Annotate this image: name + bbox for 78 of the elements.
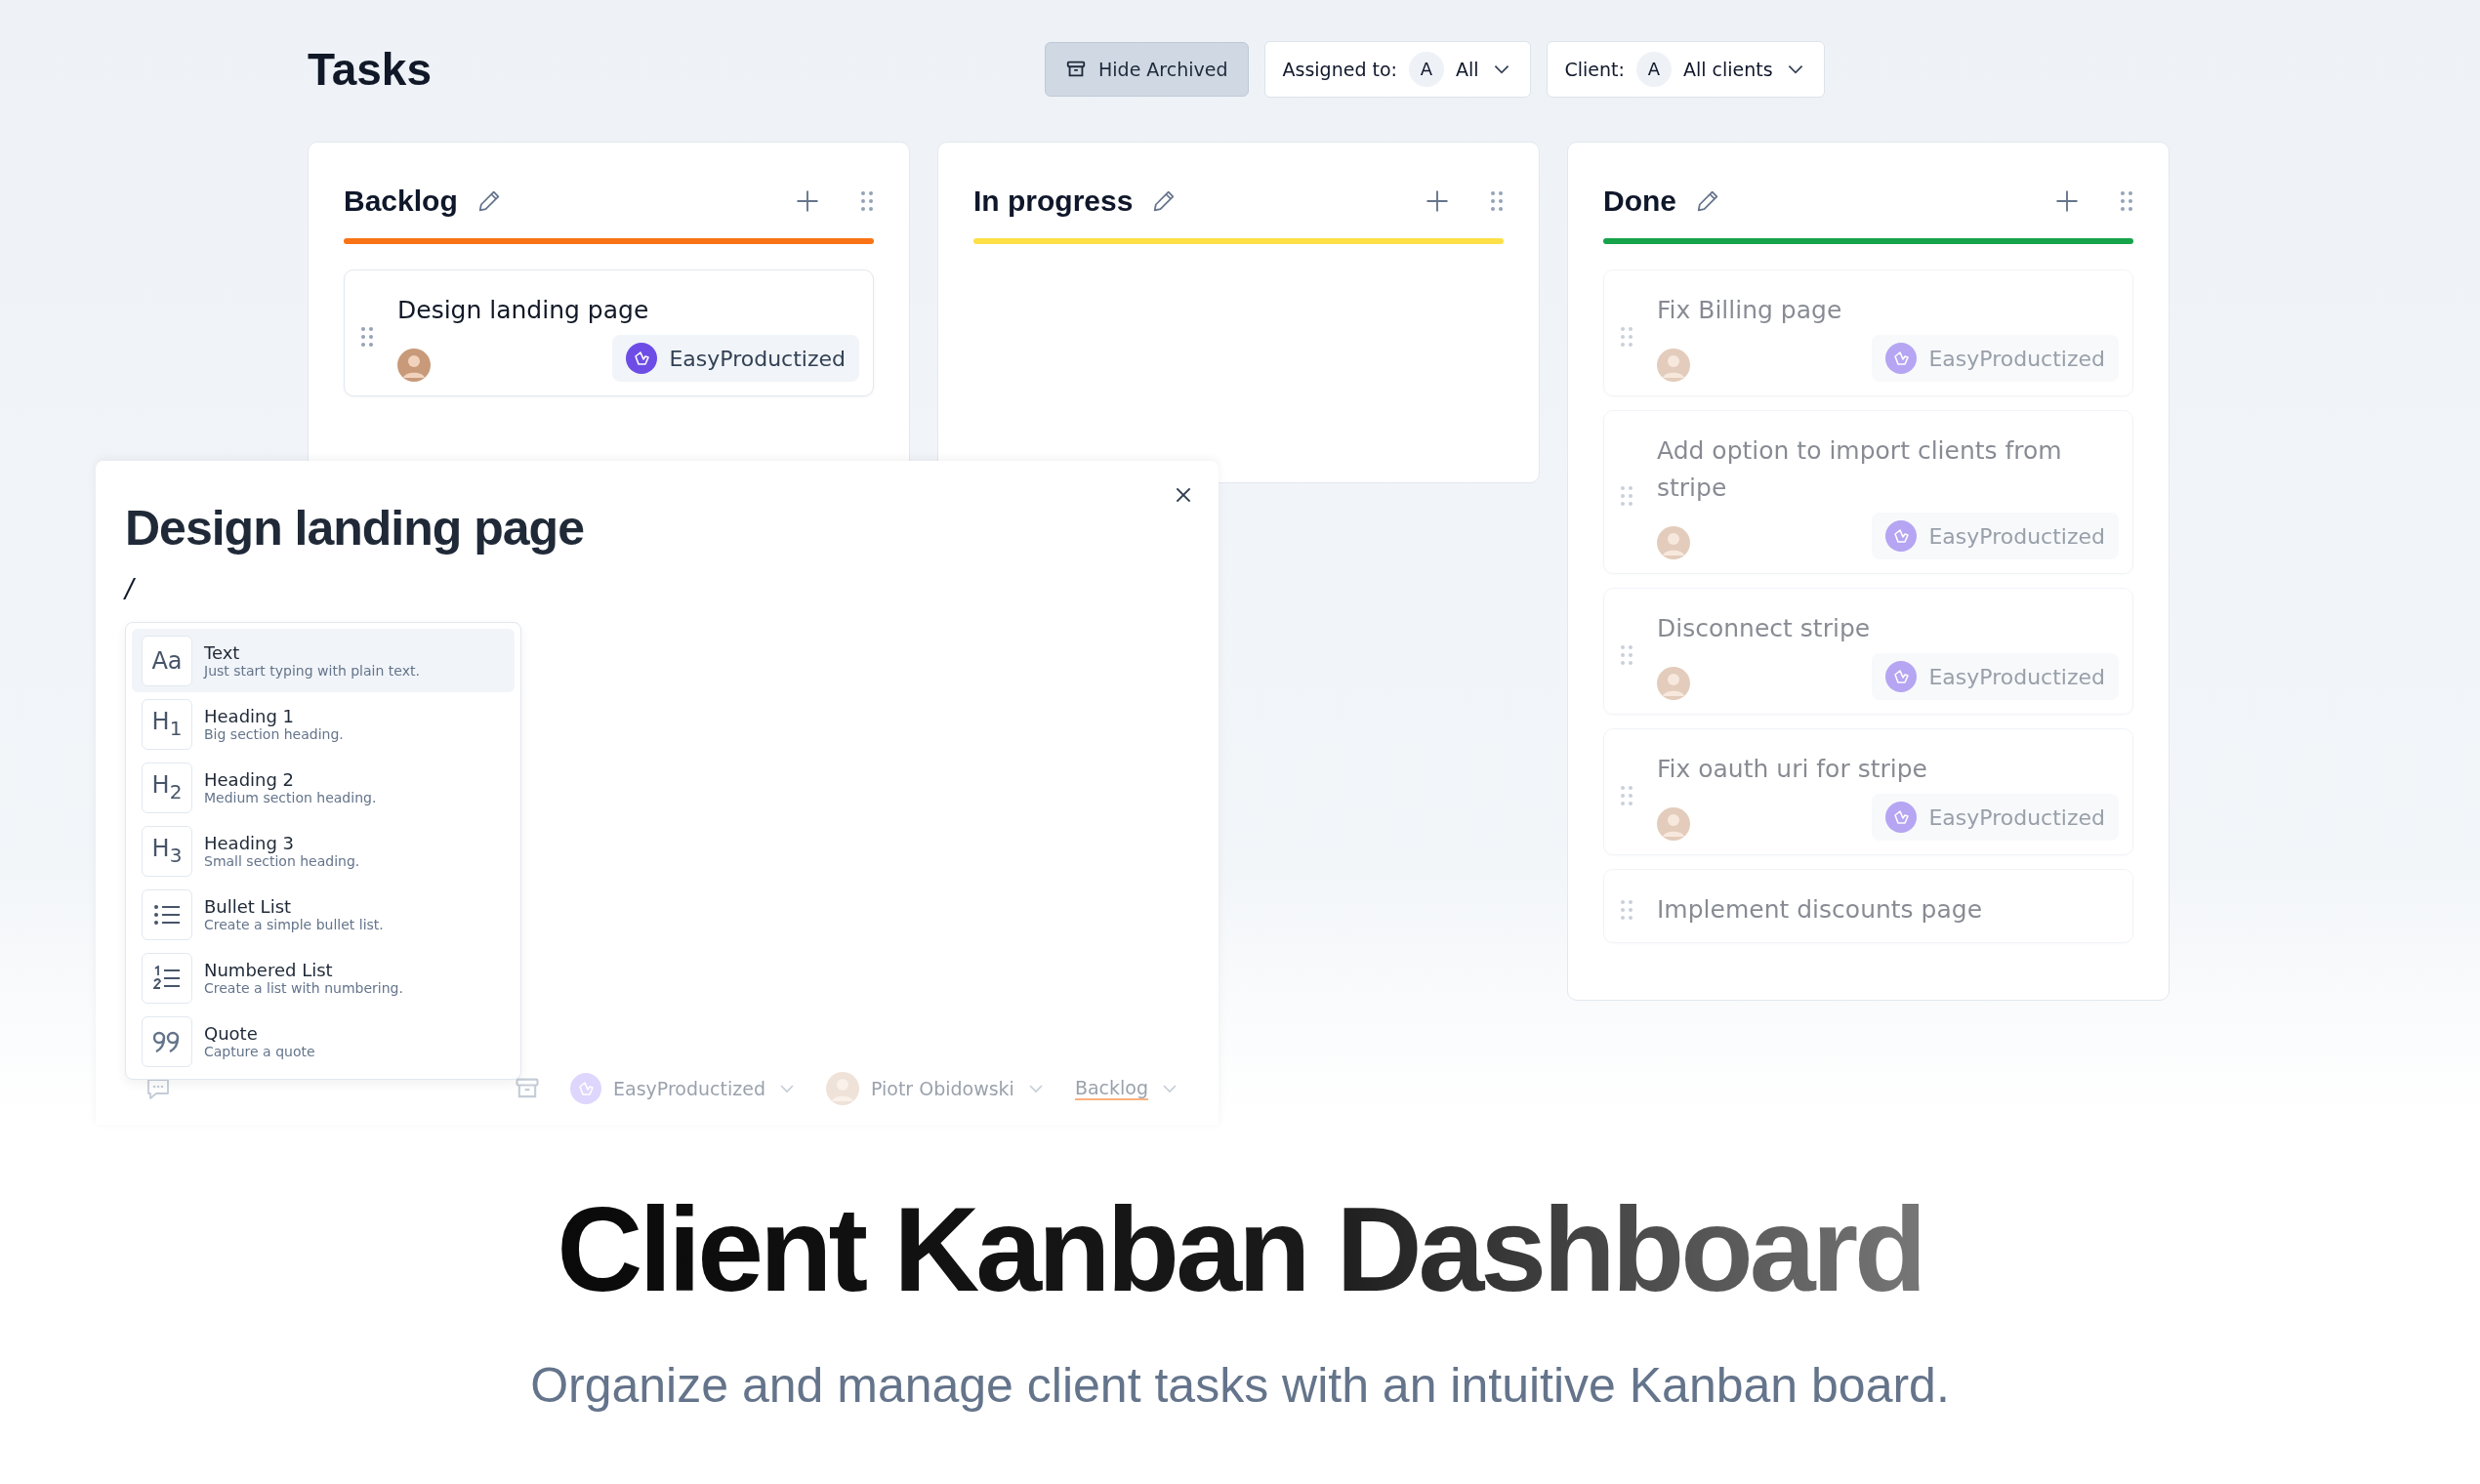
avatar-icon — [1657, 526, 1690, 559]
client-name: EasyProductized — [1928, 523, 2105, 549]
drag-handle-icon[interactable] — [1620, 899, 1633, 921]
avatar-initial: A — [1408, 51, 1444, 87]
client-name: EasyProductized — [1928, 346, 2105, 371]
command-title: Heading 2 — [204, 769, 296, 790]
format-icon: H$_{2}$ — [151, 771, 183, 804]
client-logo-icon — [1885, 661, 1918, 692]
avatar-initial: A — [1635, 51, 1672, 87]
format-icon: H$_{3}$ — [151, 835, 183, 867]
command-description: Medium section heading. — [204, 790, 377, 805]
drag-handle-icon[interactable] — [1490, 190, 1504, 212]
command-title: Heading 1 — [204, 706, 296, 726]
task-title: Fix Billing page — [1657, 295, 1843, 326]
status-value: Backlog — [1074, 1077, 1148, 1100]
subtitle: Organize and manage client tasks with an intuitive Kanban board. — [529, 1357, 1951, 1415]
filter-dropdown[interactable]: Client: A All clients — [1546, 40, 1825, 98]
page-title: Tasks — [308, 42, 434, 96]
client-logo-icon — [626, 343, 658, 374]
command-title: Numbered List — [204, 960, 334, 980]
command-item[interactable]: Numbered List Create a list with numbering. — [132, 946, 515, 1010]
filter-value: All clients — [1682, 58, 1773, 80]
task-title: Disconnect stripe — [1657, 613, 1872, 644]
column-title: In progress — [973, 185, 1134, 218]
column-title: Done — [1603, 185, 1676, 218]
task-title: Design landing page — [125, 500, 585, 556]
command-title: Bullet List — [204, 896, 293, 917]
command-item[interactable]: Aa Text Just start typing with plain text. — [132, 629, 515, 692]
client-name: EasyProductized — [1928, 804, 2105, 830]
quote-icon — [153, 1030, 181, 1052]
avatar-icon — [1657, 349, 1690, 382]
avatar-icon — [825, 1072, 859, 1105]
drag-handle-icon[interactable] — [1620, 644, 1633, 666]
client-logo-icon — [1885, 802, 1918, 833]
filter-label: Client: — [1564, 58, 1625, 80]
task-title: Implement discounts page — [1657, 894, 1984, 926]
avatar-icon — [1657, 807, 1690, 841]
task-title: Fix oauth uri for stripe — [1657, 754, 1928, 785]
task-title: Add option to import clients from stripe — [1657, 435, 2063, 504]
hide-archived-button[interactable]: Hide Archived — [1045, 41, 1249, 97]
client-logo-icon — [1885, 343, 1918, 374]
filter-dropdown[interactable]: Assigned to: A All — [1263, 40, 1531, 98]
command-description: Big section heading. — [204, 726, 344, 742]
client-logo-icon — [570, 1073, 601, 1104]
command-title: Text — [204, 642, 241, 663]
drag-handle-icon[interactable] — [1620, 785, 1633, 806]
command-title: Quote — [204, 1023, 259, 1044]
command-item[interactable]: H$_{2}$ Heading 2 Medium section heading. — [132, 756, 515, 819]
command-description: Small section heading. — [204, 853, 360, 869]
client-name: EasyProductized — [669, 346, 846, 371]
command-item[interactable]: H$_{3}$ Heading 3 Small section heading. — [132, 819, 515, 883]
avatar-icon — [397, 349, 431, 382]
bullet-list-icon — [153, 902, 181, 927]
numbered-list-icon — [153, 965, 181, 991]
command-description: Capture a quote — [204, 1044, 315, 1059]
filter-label: Assigned to: — [1282, 58, 1397, 80]
command-description: Create a list with numbering. — [204, 980, 403, 996]
command-item[interactable]: Quote Capture a quote — [132, 1010, 515, 1073]
command-description: Create a simple bullet list. — [204, 917, 384, 932]
task-title: Design landing page — [397, 295, 650, 326]
drag-handle-icon[interactable] — [1620, 485, 1633, 507]
format-icon: Aa — [151, 646, 183, 675]
filter-value: All — [1455, 58, 1479, 80]
command-title: Heading 3 — [204, 833, 296, 853]
command-description: Just start typing with plain text. — [204, 663, 420, 679]
column-title: Backlog — [344, 185, 458, 218]
avatar-icon — [1657, 667, 1690, 700]
editor-text[interactable]: / — [125, 574, 164, 603]
drag-handle-icon[interactable] — [1620, 326, 1633, 348]
format-icon: H$_{1}$ — [151, 708, 183, 740]
client-logo-icon — [1885, 520, 1918, 552]
drag-handle-icon[interactable] — [360, 326, 374, 348]
client-name: EasyProductized — [1928, 664, 2105, 689]
command-item[interactable]: Bullet List Create a simple bullet list. — [132, 883, 515, 946]
command-item[interactable]: H$_{1}$ Heading 1 Big section heading. — [132, 692, 515, 756]
task-card[interactable]: Design landing page EasyProductized — [344, 269, 874, 396]
drag-handle-icon[interactable] — [860, 190, 874, 212]
drag-handle-icon[interactable] — [2120, 190, 2133, 212]
